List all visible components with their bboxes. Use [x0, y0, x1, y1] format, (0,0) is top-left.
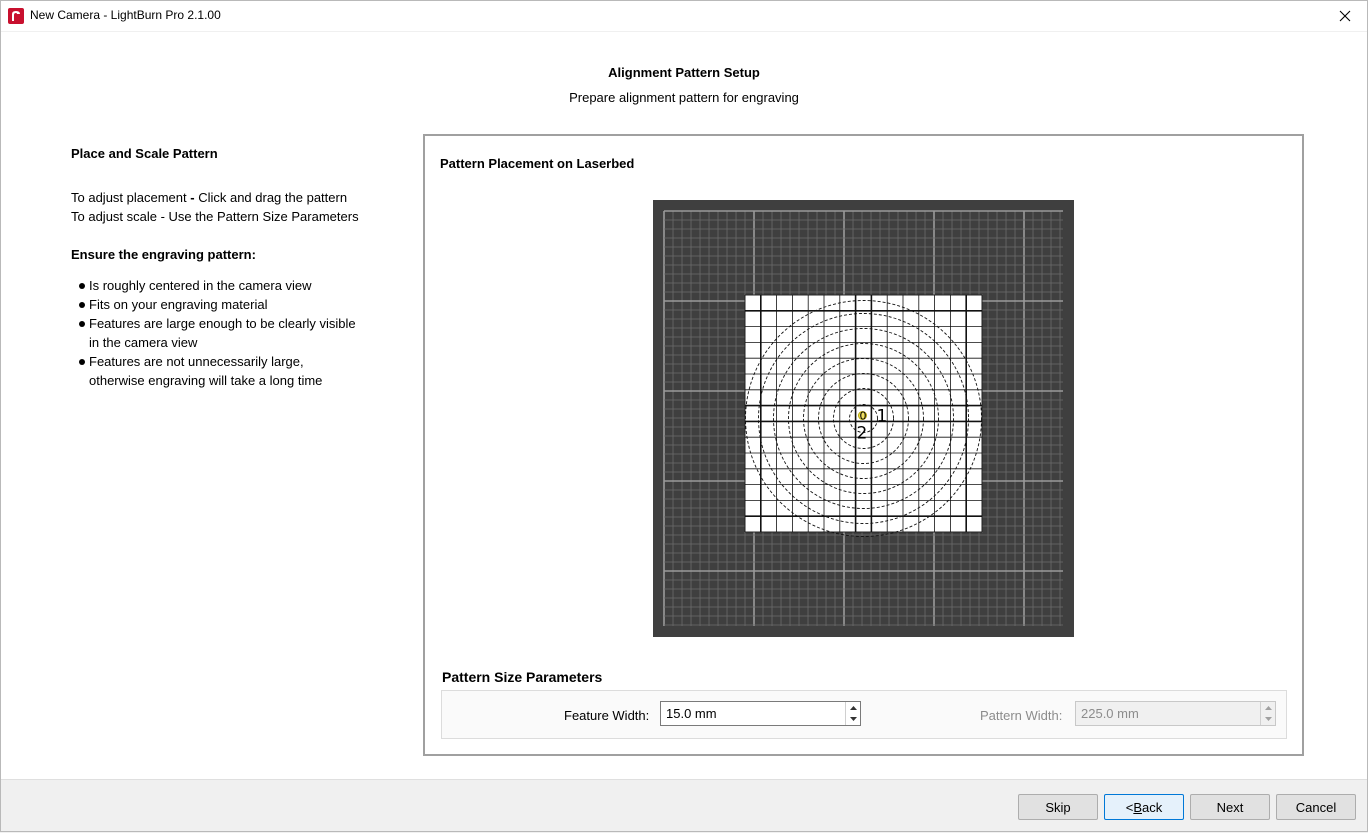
- placement-instruction: To adjust placement - Click and drag the…: [71, 188, 401, 207]
- cancel-button[interactable]: Cancel: [1276, 794, 1356, 820]
- list-item: Fits on your engraving material: [71, 295, 401, 314]
- placement-title: Pattern Placement on Laserbed: [440, 156, 635, 171]
- page-title: Alignment Pattern Setup: [608, 65, 760, 80]
- ensure-heading: Ensure the engraving pattern:: [71, 247, 256, 262]
- close-icon: [1339, 10, 1351, 21]
- feature-width-spinbox[interactable]: 15.0 mm: [660, 701, 861, 726]
- lightburn-app-icon: [8, 8, 24, 24]
- pattern-width-value: 225.0 mm: [1081, 706, 1139, 721]
- laserbed-view[interactable]: 0 1 2: [653, 200, 1074, 637]
- title-bar: New Camera - LightBurn Pro 2.1.00: [0, 0, 1368, 32]
- placement-group: Pattern Placement on Laserbed 0 1 2 Patt…: [423, 134, 1304, 756]
- back-prefix: <: [1125, 799, 1134, 815]
- scale-instruction: To adjust scale - Use the Pattern Size P…: [71, 209, 359, 224]
- params-group: Feature Width: 15.0 mm Pattern Width: 22…: [441, 690, 1287, 739]
- alignment-pattern[interactable]: 0 1 2: [744, 294, 983, 537]
- next-button[interactable]: Next: [1190, 794, 1270, 820]
- marker-label: 2: [857, 424, 868, 444]
- skip-button[interactable]: Skip: [1018, 794, 1098, 820]
- feature-width-label: Feature Width:: [564, 708, 650, 723]
- pattern-width-arrows: [1260, 702, 1275, 725]
- list-item-line: Features are not unnecessarily large,: [89, 354, 304, 369]
- instructions-panel: Place and Scale Pattern To adjust placem…: [71, 144, 401, 390]
- list-item-line: Features are large enough to be clearly …: [89, 316, 356, 331]
- pattern-width-label: Pattern Width:: [980, 708, 1063, 723]
- params-title: Pattern Size Parameters: [442, 669, 603, 685]
- back-rest: ack: [1142, 799, 1163, 815]
- spin-down-icon: [1261, 713, 1275, 724]
- marker-label: 0: [860, 410, 867, 423]
- list-item: Features are large enough to be clearly …: [71, 314, 401, 352]
- laserbed-grid: 0 1 2: [663, 210, 1063, 626]
- placement-instruction-suffix: Click and drag the pattern: [194, 190, 348, 205]
- back-button[interactable]: < Back: [1104, 794, 1184, 820]
- back-mnemonic: B: [1133, 799, 1143, 815]
- marker-label: 1: [877, 407, 888, 427]
- list-item: Is roughly centered in the camera view: [71, 276, 401, 295]
- list-item-line: in the camera view: [89, 335, 198, 350]
- placement-instruction-prefix: To adjust placement: [71, 190, 191, 205]
- list-item-line: otherwise engraving will take a long tim…: [89, 373, 323, 388]
- feature-width-arrows: [845, 702, 860, 725]
- instructions-heading: Place and Scale Pattern: [71, 146, 218, 161]
- page-subtitle: Prepare alignment pattern for engraving: [569, 90, 799, 105]
- list-item: Features are not unnecessarily large, oth…: [71, 352, 401, 390]
- close-button[interactable]: [1322, 0, 1368, 31]
- requirements-list: Is roughly centered in the camera view F…: [71, 276, 401, 390]
- feature-width-value: 15.0 mm: [666, 706, 717, 721]
- spin-up-icon: [1261, 702, 1275, 713]
- window-title: New Camera - LightBurn Pro 2.1.00: [30, 8, 221, 22]
- footer-bar: Skip < Back Next Cancel: [0, 779, 1368, 833]
- spin-up-icon[interactable]: [846, 702, 860, 713]
- spin-down-icon[interactable]: [846, 713, 860, 724]
- pattern-width-spinbox: 225.0 mm: [1075, 701, 1276, 726]
